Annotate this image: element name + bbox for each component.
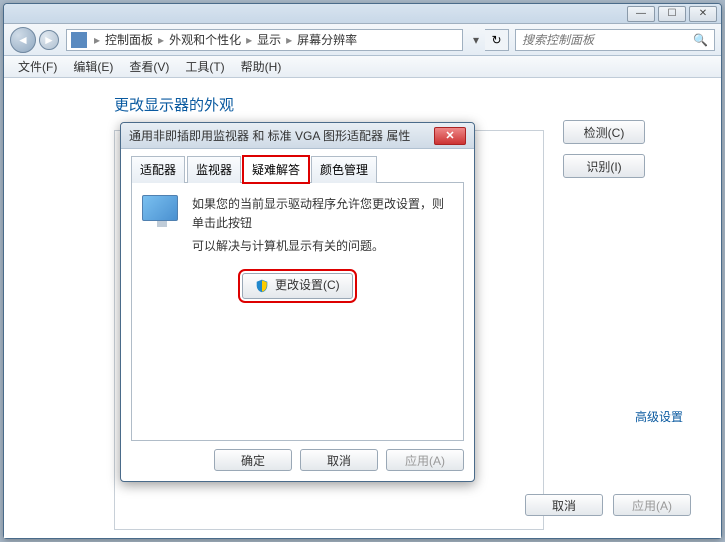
close-button[interactable]: ✕ <box>689 6 717 22</box>
dialog-cancel-button[interactable]: 取消 <box>300 449 378 471</box>
tab-troubleshoot[interactable]: 疑难解答 <box>243 156 309 183</box>
properties-dialog: 通用非即插即用监视器 和 标准 VGA 图形适配器 属性 ✕ 适配器 监视器 疑… <box>120 122 475 482</box>
menu-view[interactable]: 查看(V) <box>121 58 177 75</box>
window-titlebar: — ☐ ✕ <box>4 4 721 24</box>
maximize-button[interactable]: ☐ <box>658 6 686 22</box>
advanced-settings-link[interactable]: 高级设置 <box>635 408 683 425</box>
tab-color-management[interactable]: 颜色管理 <box>311 156 377 183</box>
dialog-body: 适配器 监视器 疑难解答 颜色管理 如果您的当前显示驱动程序允许您更改设置，则单… <box>121 149 474 481</box>
breadcrumb-sep-icon: ▸ <box>283 33 295 47</box>
dialog-titlebar: 通用非即插即用监视器 和 标准 VGA 图形适配器 属性 ✕ <box>121 123 474 149</box>
breadcrumb-item[interactable]: 控制面板 <box>103 31 155 48</box>
search-icon[interactable]: 🔍 <box>693 33 708 47</box>
breadcrumb-sep-icon: ▸ <box>243 33 255 47</box>
control-panel-icon <box>71 32 87 48</box>
dialog-ok-button[interactable]: 确定 <box>214 449 292 471</box>
breadcrumb-item[interactable]: 屏幕分辨率 <box>295 31 359 48</box>
dialog-title: 通用非即插即用监视器 和 标准 VGA 图形适配器 属性 <box>129 127 434 144</box>
help-line-1: 如果您的当前显示驱动程序允许您更改设置，则单击此按钮 <box>192 195 453 233</box>
search-input[interactable] <box>522 33 693 47</box>
tab-row: 适配器 监视器 疑难解答 颜色管理 <box>131 155 464 183</box>
dialog-button-row: 确定 取消 应用(A) <box>131 441 464 471</box>
page-title: 更改显示器的外观 <box>114 94 701 115</box>
breadcrumb-sep-icon: ▸ <box>91 33 103 47</box>
navigation-bar: ◄ ► ▸ 控制面板 ▸ 外观和个性化 ▸ 显示 ▸ 屏幕分辨率 ▾ ↻ 🔍 <box>4 24 721 56</box>
dialog-close-button[interactable]: ✕ <box>434 127 466 145</box>
page-cancel-button[interactable]: 取消 <box>525 494 603 516</box>
change-settings-label: 更改设置(C) <box>275 276 340 295</box>
address-bar[interactable]: ▸ 控制面板 ▸ 外观和个性化 ▸ 显示 ▸ 屏幕分辨率 <box>66 29 463 51</box>
nav-back-button[interactable]: ◄ <box>10 27 36 53</box>
menu-file[interactable]: 文件(F) <box>10 58 65 75</box>
breadcrumb-item[interactable]: 显示 <box>255 31 283 48</box>
search-box[interactable]: 🔍 <box>515 29 715 51</box>
menu-tools[interactable]: 工具(T) <box>177 58 232 75</box>
troubleshoot-text: 如果您的当前显示驱动程序允许您更改设置，则单击此按钮 可以解决与计算机显示有关的… <box>182 195 453 428</box>
tab-adapter[interactable]: 适配器 <box>131 156 185 183</box>
address-dropdown-icon[interactable]: ▾ <box>467 33 485 47</box>
tab-content: 如果您的当前显示驱动程序允许您更改设置，则单击此按钮 可以解决与计算机显示有关的… <box>131 183 464 441</box>
change-settings-button[interactable]: 更改设置(C) <box>242 273 353 299</box>
menu-edit[interactable]: 编辑(E) <box>65 58 121 75</box>
menu-bar: 文件(F) 编辑(E) 查看(V) 工具(T) 帮助(H) <box>4 56 721 78</box>
monitor-icon <box>142 195 182 231</box>
page-apply-button: 应用(A) <box>613 494 691 516</box>
dialog-apply-button: 应用(A) <box>386 449 464 471</box>
breadcrumb-item[interactable]: 外观和个性化 <box>167 31 243 48</box>
uac-shield-icon <box>255 279 269 293</box>
refresh-button[interactable]: ↻ <box>485 29 509 51</box>
minimize-button[interactable]: — <box>627 6 655 22</box>
nav-forward-button[interactable]: ► <box>39 30 59 50</box>
side-panel: 检测(C) 识别(I) <box>563 120 693 188</box>
detect-button[interactable]: 检测(C) <box>563 120 645 144</box>
breadcrumb-sep-icon: ▸ <box>155 33 167 47</box>
tab-monitor[interactable]: 监视器 <box>187 156 241 183</box>
identify-button[interactable]: 识别(I) <box>563 154 645 178</box>
menu-help[interactable]: 帮助(H) <box>233 58 290 75</box>
help-line-2: 可以解决与计算机显示有关的问题。 <box>192 237 453 256</box>
page-button-row: 取消 应用(A) <box>525 494 691 516</box>
